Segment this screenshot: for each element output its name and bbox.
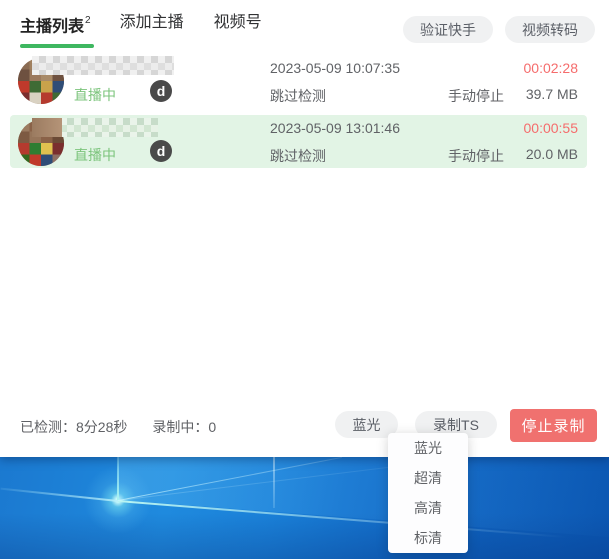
detect-mode: 跳过检测 bbox=[270, 86, 326, 106]
desktop-wallpaper bbox=[0, 457, 609, 559]
file-size: 20.0 MB bbox=[526, 146, 578, 162]
quality-option-standard[interactable]: 标清 bbox=[388, 523, 468, 553]
verify-kuaishou-button[interactable]: 验证快手 bbox=[403, 16, 493, 43]
video-transcode-button[interactable]: 视频转码 bbox=[505, 16, 595, 43]
screen: 主播列表2 添加主播 视频号 验证快手 视频转码 bbox=[0, 0, 609, 559]
live-status: 直播中 bbox=[74, 85, 116, 105]
tab-video-channel-label: 视频号 bbox=[214, 14, 262, 31]
header-buttons: 验证快手 视频转码 bbox=[403, 16, 595, 43]
platform-badge-icon: d bbox=[150, 140, 172, 162]
wallpaper-window-pane bbox=[0, 457, 609, 559]
stop-mode: 手动停止 bbox=[448, 146, 504, 166]
streamer-row-selected[interactable]: 直播中 d 2023-05-09 13:01:46 00:00:55 跳过检测 … bbox=[10, 115, 587, 168]
tab-bar: 主播列表2 添加主播 视频号 bbox=[20, 12, 262, 48]
record-duration: 00:00:55 bbox=[524, 120, 579, 136]
streamer-name-redacted bbox=[32, 118, 158, 137]
streamer-row[interactable]: 直播中 d 2023-05-09 10:07:35 00:02:28 跳过检测 … bbox=[10, 53, 587, 109]
tab-streamer-list-badge: 2 bbox=[85, 15, 91, 26]
status-bar: 已检测：8分28秒 录制中：0 bbox=[20, 417, 216, 437]
tab-add-streamer[interactable]: 添加主播 bbox=[120, 12, 184, 44]
quality-option-ultra[interactable]: 超清 bbox=[388, 463, 468, 493]
detected-time-text: 已检测：8分28秒 bbox=[20, 417, 127, 437]
record-duration: 00:02:28 bbox=[524, 60, 579, 76]
live-status: 直播中 bbox=[74, 145, 116, 165]
recording-count-text: 录制中：0 bbox=[152, 417, 216, 437]
start-time: 2023-05-09 13:01:46 bbox=[270, 120, 400, 136]
wallpaper-sill-edge-left bbox=[1, 487, 119, 501]
stop-mode: 手动停止 bbox=[448, 86, 504, 106]
stop-recording-button[interactable]: 停止录制 bbox=[510, 409, 597, 442]
wallpaper-vertical-edge bbox=[117, 457, 119, 500]
tab-video-channel[interactable]: 视频号 bbox=[214, 12, 262, 44]
wallpaper-vertical-edge-2 bbox=[273, 457, 275, 508]
tab-streamer-list[interactable]: 主播列表2 bbox=[20, 12, 90, 48]
quality-option-high[interactable]: 高清 bbox=[388, 493, 468, 523]
file-size: 39.7 MB bbox=[526, 86, 578, 102]
platform-badge-icon: d bbox=[150, 80, 172, 102]
detect-mode: 跳过检测 bbox=[270, 146, 326, 166]
tab-streamer-list-label: 主播列表 bbox=[20, 18, 84, 35]
start-time: 2023-05-09 10:07:35 bbox=[270, 60, 400, 76]
active-tab-underline bbox=[20, 44, 94, 48]
quality-option-bluray[interactable]: 蓝光 bbox=[388, 433, 468, 463]
tab-add-streamer-label: 添加主播 bbox=[120, 14, 184, 31]
streamer-list: 直播中 d 2023-05-09 10:07:35 00:02:28 跳过检测 … bbox=[10, 53, 587, 174]
app-window: 主播列表2 添加主播 视频号 验证快手 视频转码 bbox=[0, 0, 609, 457]
streamer-name-redacted bbox=[32, 56, 174, 75]
quality-dropdown-menu: 蓝光 超清 高清 标清 bbox=[388, 433, 468, 553]
